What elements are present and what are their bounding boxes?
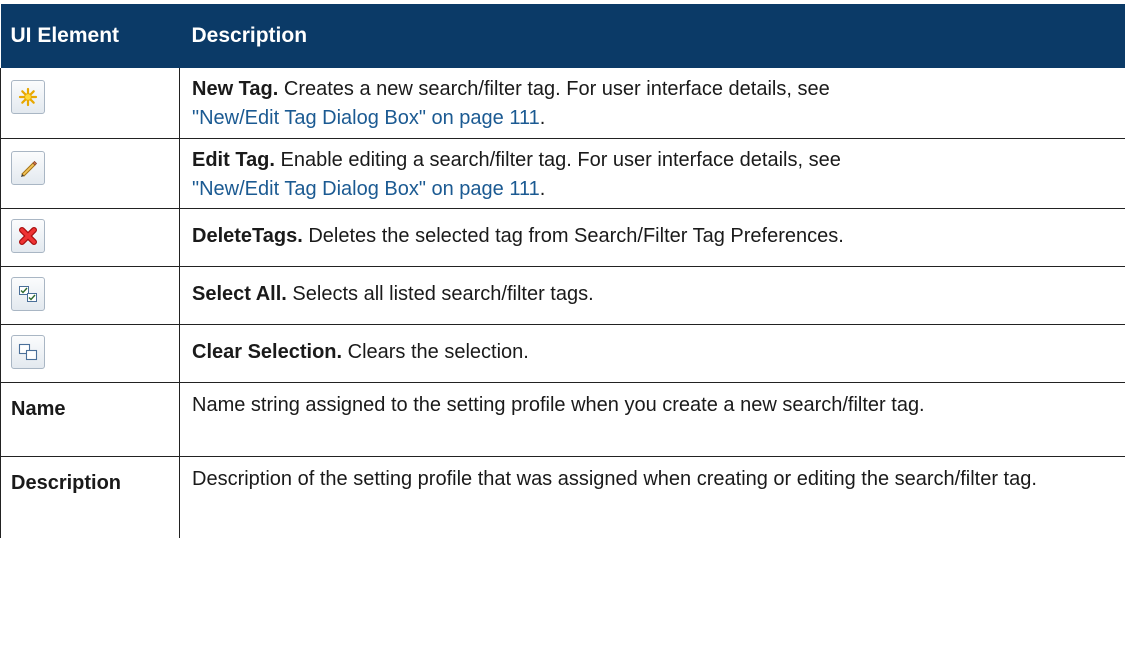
- ui-element-cell: [0, 266, 180, 325]
- table-row: Name Name string assigned to the setting…: [0, 382, 1125, 457]
- ui-element-cell: [0, 324, 180, 383]
- page: UI Element Description New Tag. Creates …: [0, 0, 1125, 650]
- ui-element-description: Description: [0, 456, 180, 538]
- description-cell: Edit Tag. Enable editing a search/filter…: [179, 138, 1125, 209]
- description-cell: Name string assigned to the setting prof…: [179, 382, 1125, 457]
- ui-element-cell: [0, 68, 180, 139]
- description-cell: New Tag. Creates a new search/filter tag…: [179, 68, 1125, 139]
- description-text: Description of the setting profile that …: [192, 467, 1037, 490]
- ui-element-name: Name: [0, 382, 180, 457]
- delete-tags-icon[interactable]: [11, 218, 45, 253]
- term-delete-tags: DeleteTags.: [192, 224, 303, 247]
- ui-element-cell: [0, 138, 180, 209]
- description-cell: DeleteTags. Deletes the selected tag fro…: [179, 208, 1125, 267]
- term-edit-tag: Edit Tag.: [192, 148, 275, 171]
- description-text: Deletes the selected tag from Search/Fil…: [308, 224, 844, 247]
- table-row: Edit Tag. Enable editing a search/filter…: [0, 138, 1125, 209]
- link-new-edit-tag-dialog[interactable]: "New/Edit Tag Dialog Box" on page 111: [192, 178, 540, 200]
- punctuation: .: [539, 177, 546, 200]
- description-text: Creates a new search/filter tag. For use…: [283, 78, 830, 100]
- description-cell: Clear Selection. Clears the selection.: [179, 324, 1125, 383]
- header-ui-element: UI Element: [0, 4, 180, 68]
- description-cell: Description of the setting profile that …: [179, 456, 1125, 538]
- link-new-edit-tag-dialog[interactable]: "New/Edit Tag Dialog Box" on page 111: [192, 107, 540, 129]
- table-row: DeleteTags. Deletes the selected tag fro…: [0, 208, 1125, 267]
- table-row: Select All. Selects all listed search/fi…: [0, 266, 1125, 325]
- new-tag-icon[interactable]: [11, 80, 45, 114]
- table-row: New Tag. Creates a new search/filter tag…: [0, 68, 1125, 139]
- term-new-tag: New Tag.: [192, 78, 279, 100]
- description-cell: Select All. Selects all listed search/fi…: [179, 266, 1125, 325]
- table-header-row: UI Element Description: [0, 4, 1125, 68]
- punctuation: .: [539, 107, 546, 129]
- description-text: Name string assigned to the setting prof…: [192, 393, 925, 416]
- description-text: Selects all listed search/filter tags.: [292, 282, 594, 305]
- clear-selection-icon[interactable]: [11, 334, 45, 369]
- ui-element-cell: [0, 208, 180, 267]
- ui-elements-table: UI Element Description New Tag. Creates …: [0, 4, 1125, 538]
- description-text: Enable editing a search/filter tag. For …: [280, 148, 841, 171]
- table-row: Description Description of the setting p…: [0, 456, 1125, 538]
- edit-tag-icon[interactable]: [11, 150, 45, 185]
- description-text: Clears the selection.: [347, 340, 529, 363]
- term-clear-selection: Clear Selection.: [192, 340, 343, 363]
- table-row: Clear Selection. Clears the selection.: [0, 324, 1125, 383]
- header-description: Description: [179, 4, 1125, 68]
- term-select-all: Select All.: [192, 282, 287, 305]
- select-all-icon[interactable]: [11, 276, 45, 311]
